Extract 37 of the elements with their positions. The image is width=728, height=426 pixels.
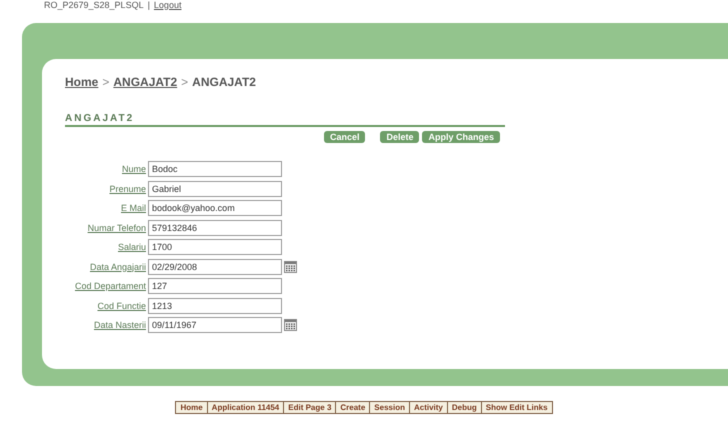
text-field[interactable]: 02/29/2008 [148, 258, 282, 274]
username-label: RO_P2679_S28_PLSQL [44, 0, 144, 10]
field-label[interactable]: E Mail [120, 203, 146, 213]
field-label[interactable]: Data Angajarii [90, 262, 146, 272]
breadcrumb-link[interactable]: ANGAJAT2 [113, 75, 178, 89]
text-field[interactable]: 09/11/1967 [148, 317, 282, 333]
breadcrumb-separator: > [102, 75, 110, 89]
toolbar-link[interactable]: Activity [410, 401, 448, 414]
toolbar-link[interactable]: Show Edit Links [482, 401, 553, 414]
field-label[interactable]: Data Nasterii [94, 320, 146, 330]
breadcrumb-separator: > [181, 75, 188, 89]
text-field[interactable]: 127 [148, 278, 282, 294]
toolbar-link[interactable]: Debug [448, 401, 482, 414]
toolbar-link[interactable]: Create [336, 401, 370, 414]
breadcrumb-link[interactable]: Home [65, 75, 98, 89]
toolbar-link[interactable]: Home [175, 401, 208, 414]
toolbar-link[interactable]: Session [370, 401, 410, 414]
field-label[interactable]: Prenume [109, 184, 146, 194]
text-field[interactable]: 1213 [148, 298, 282, 314]
text-field[interactable]: 579132846 [148, 220, 282, 236]
text-field[interactable]: Gabriel [148, 180, 282, 196]
text-field[interactable]: 1700 [148, 239, 282, 255]
calendar-icon[interactable] [284, 260, 297, 272]
separator: | [148, 0, 150, 10]
breadcrumb-current: ANGAJAT2 [192, 75, 256, 89]
text-field[interactable]: bodook@yahoo.com [148, 200, 282, 216]
field-label[interactable]: Cod Functie [97, 300, 146, 310]
toolbar-link[interactable]: Edit Page 3 [284, 401, 336, 414]
field-label[interactable]: Salariu [118, 242, 146, 252]
calendar-icon[interactable] [284, 319, 297, 331]
toolbar-link[interactable]: Application 11454 [208, 401, 284, 414]
field-label[interactable]: Nume [122, 164, 146, 174]
text-field[interactable]: Bodoc [148, 161, 282, 177]
field-label[interactable]: Numar Telefon [88, 222, 146, 232]
logout-link[interactable]: Logout [154, 0, 182, 10]
region-title: ANGAJAT2 [65, 113, 505, 127]
field-label[interactable]: Cod Departament [74, 281, 146, 291]
